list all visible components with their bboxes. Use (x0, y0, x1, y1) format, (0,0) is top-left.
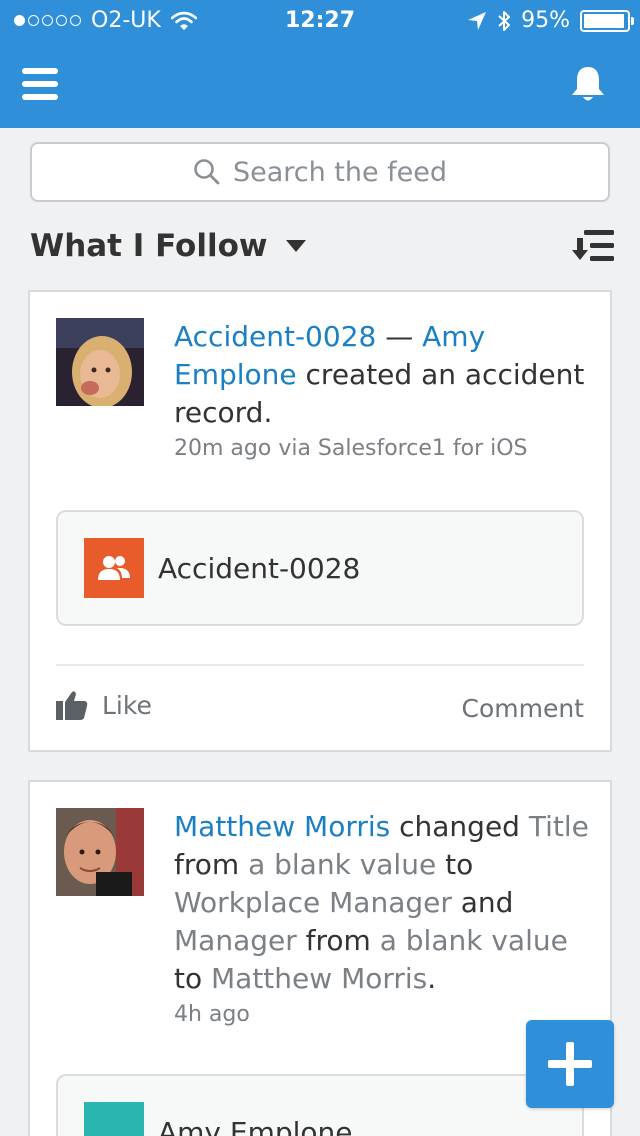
location-arrow-icon (468, 11, 487, 30)
feed-filter-dropdown[interactable]: What I Follow (30, 228, 306, 264)
thumbs-up-icon (56, 691, 88, 720)
post-dash: — (376, 320, 423, 353)
post-text-fragment: to (174, 962, 212, 995)
record-label: Amy Emplone (158, 1116, 353, 1136)
post-meta: 20m ago via Salesforce1 for iOS (174, 436, 528, 461)
battery-percent: 95% (521, 8, 570, 33)
feed-header: What I Follow (30, 226, 614, 270)
post-text-fragment: from (296, 924, 380, 957)
sort-icon[interactable] (572, 228, 614, 264)
post-text: Accident-0028 — Amy Emplone created an a… (174, 318, 594, 464)
changed-field: Manager (174, 924, 297, 957)
post-actions: Like Comment (56, 690, 584, 730)
user-link[interactable]: Matthew Morris (174, 810, 390, 843)
new-value: Matthew Morris (211, 962, 428, 995)
search-icon (194, 159, 220, 185)
comment-button[interactable]: Comment (462, 694, 585, 723)
feed-item: Accident-0028 — Amy Emplone created an a… (28, 290, 612, 752)
record-label: Accident-0028 (158, 552, 361, 585)
like-label: Like (102, 690, 152, 720)
old-value: a blank value (248, 848, 437, 881)
search-input[interactable]: Search the feed (30, 142, 610, 202)
feed-item: Matthew Morris changed Title from a blan… (28, 780, 612, 1136)
post-text: Matthew Morris changed Title from a blan… (174, 808, 594, 1030)
record-link[interactable]: Accident-0028 (174, 320, 376, 353)
app-header (0, 40, 640, 128)
bluetooth-icon (498, 10, 511, 31)
post-text-fragment: . (427, 962, 437, 995)
new-post-button[interactable] (526, 1020, 614, 1108)
record-attachment[interactable]: Accident-0028 (56, 510, 584, 626)
avatar[interactable] (56, 318, 144, 406)
avatar[interactable] (56, 808, 144, 896)
group-icon (84, 538, 144, 598)
search-placeholder: Search the feed (232, 156, 448, 188)
status-bar: O2-UK 12:27 95% (0, 0, 640, 40)
plus-icon (548, 1042, 592, 1086)
divider (56, 664, 584, 666)
like-button[interactable]: Like (56, 690, 152, 720)
old-value: a blank value (379, 924, 568, 957)
contact-icon (84, 1102, 144, 1136)
post-text-fragment: and (451, 886, 514, 919)
record-attachment[interactable]: Amy Emplone (56, 1074, 584, 1136)
feed-filter-label: What I Follow (30, 228, 268, 264)
status-right: 95% (467, 8, 634, 33)
battery-icon (580, 9, 634, 32)
hamburger-menu-icon[interactable] (22, 68, 58, 100)
changed-field: Title (528, 810, 589, 843)
post-text-fragment: to (436, 848, 474, 881)
new-value: Workplace Manager (174, 886, 452, 919)
post-text-fragment: from (174, 848, 249, 881)
dropdown-caret-icon (285, 240, 306, 252)
bell-icon[interactable] (570, 64, 606, 104)
post-text-fragment: changed (390, 810, 529, 843)
